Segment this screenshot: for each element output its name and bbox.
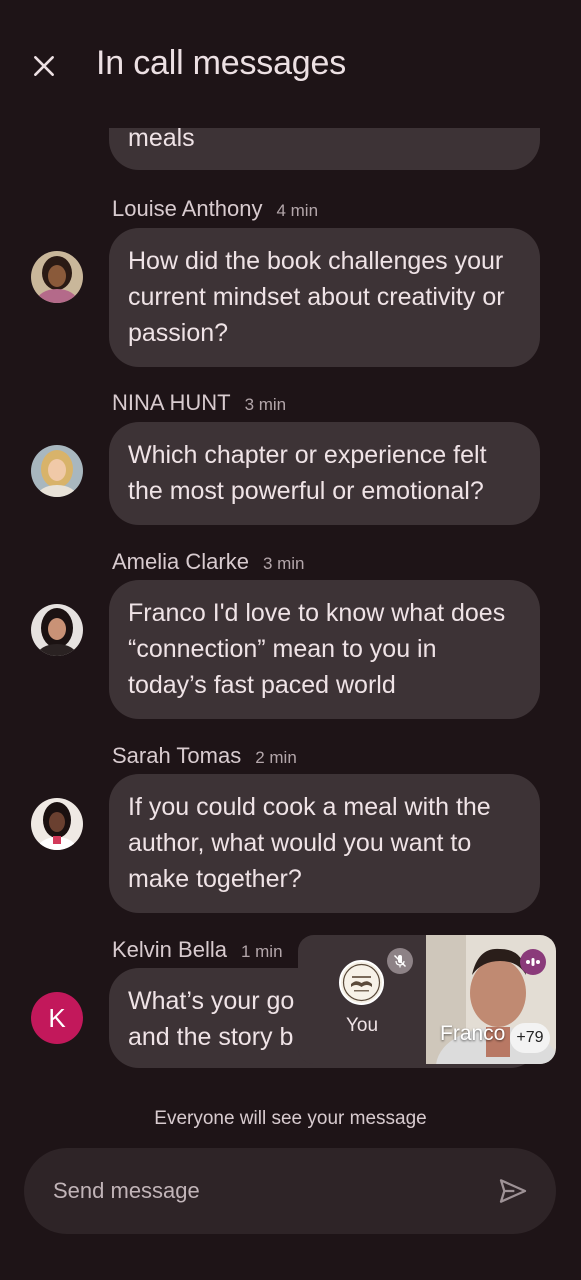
message-composer bbox=[24, 1148, 556, 1234]
message-bubble: How did the book challenges your current… bbox=[109, 228, 540, 367]
remote-label: Franco bbox=[440, 1022, 506, 1045]
message-time: 3 min bbox=[262, 554, 305, 573]
self-avatar-logo bbox=[339, 960, 384, 1005]
send-button[interactable] bbox=[496, 1174, 530, 1208]
message-meta: Louise Anthony 4 min bbox=[112, 196, 318, 222]
self-label: You bbox=[345, 1015, 379, 1036]
self-tile[interactable]: You bbox=[298, 935, 426, 1064]
message-bubble: Franco I'd love to know what does “conne… bbox=[109, 580, 540, 719]
message-input[interactable] bbox=[53, 1148, 473, 1234]
message-text: If you could cook a meal with the author… bbox=[128, 793, 491, 893]
avatar: K bbox=[31, 992, 83, 1044]
sender-name: NINA HUNT bbox=[112, 390, 231, 415]
message-text: How did the book challenges your current… bbox=[128, 247, 505, 347]
mic-off-icon bbox=[393, 954, 407, 968]
avatar bbox=[31, 251, 83, 303]
sender-name: Amelia Clarke bbox=[112, 549, 249, 574]
message-time: 4 min bbox=[276, 201, 319, 220]
avatar bbox=[31, 445, 83, 497]
remote-tile[interactable]: Franco +79 bbox=[426, 935, 556, 1064]
visibility-note: Everyone will see your message bbox=[154, 1108, 427, 1129]
message-meta: NINA HUNT 3 min bbox=[112, 390, 286, 416]
message-text: Franco I'd love to know what does “conne… bbox=[128, 599, 506, 699]
message-time: 1 min bbox=[240, 942, 283, 961]
message-text: meals bbox=[128, 128, 195, 152]
message-meta: Kelvin Bella 1 min bbox=[112, 937, 283, 963]
page-title: In call messages bbox=[96, 44, 347, 82]
speaking-indicator bbox=[520, 949, 546, 975]
message-time: 3 min bbox=[244, 395, 287, 414]
message-meta: Sarah Tomas 2 min bbox=[112, 743, 297, 769]
sender-name: Sarah Tomas bbox=[112, 743, 242, 768]
message-bubble: meals bbox=[109, 128, 540, 170]
message-meta: Amelia Clarke 3 min bbox=[112, 549, 305, 575]
top-app-bar: In call messages bbox=[0, 0, 581, 128]
participant-count-badge[interactable]: +79 bbox=[510, 1023, 550, 1053]
speaking-icon bbox=[526, 958, 540, 966]
message-time: 2 min bbox=[255, 748, 297, 767]
sender-name: Louise Anthony bbox=[112, 196, 263, 221]
avatar bbox=[31, 604, 83, 656]
message-text: Which chapter or experience felt the mos… bbox=[128, 441, 487, 505]
mic-off-indicator bbox=[387, 948, 413, 974]
avatar-initial: K bbox=[48, 1002, 66, 1033]
close-button[interactable] bbox=[24, 46, 64, 86]
message-bubble: If you could cook a meal with the author… bbox=[109, 774, 540, 913]
send-icon bbox=[499, 1179, 527, 1203]
message-text: What’s your go and the story b bbox=[128, 987, 295, 1051]
call-pip[interactable]: You Franco +79 bbox=[298, 935, 556, 1064]
avatar bbox=[31, 798, 83, 850]
close-icon bbox=[34, 56, 54, 76]
sender-name: Kelvin Bella bbox=[112, 937, 227, 962]
message-bubble: Which chapter or experience felt the mos… bbox=[109, 422, 540, 525]
